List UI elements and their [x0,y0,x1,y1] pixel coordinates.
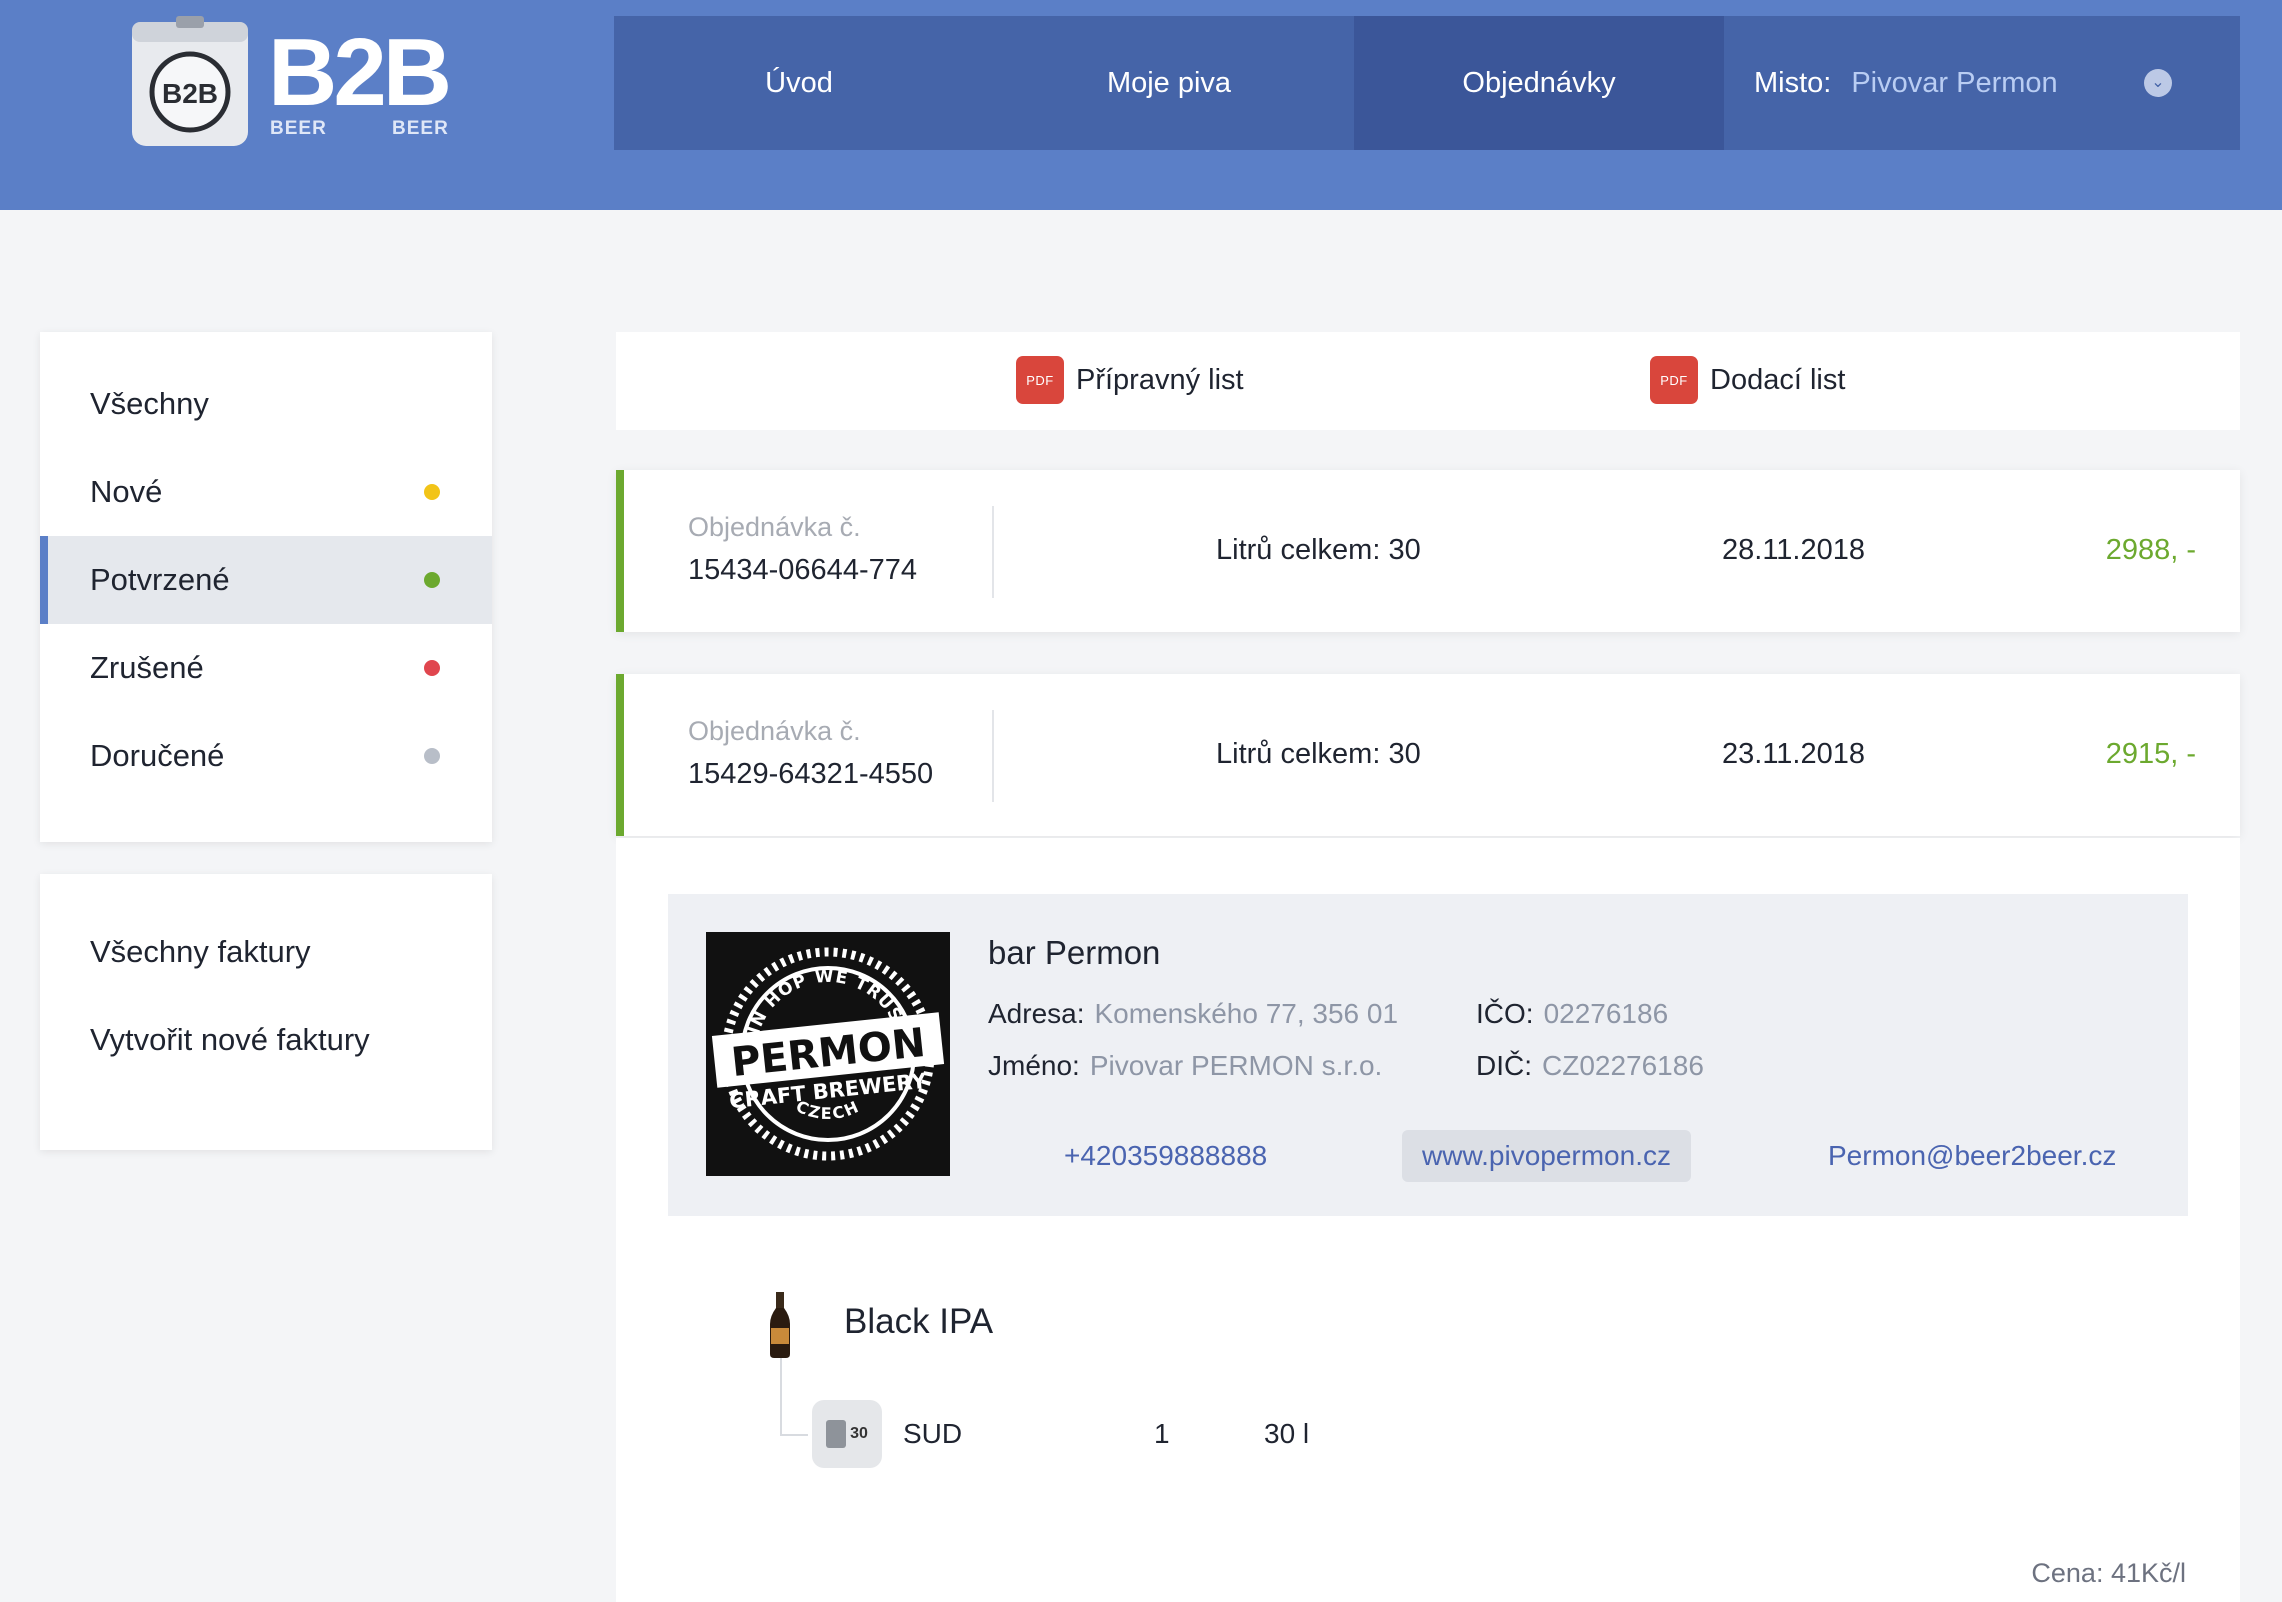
create-invoice-link[interactable]: Vytvořit nové faktury [40,996,492,1084]
chevron-down-icon[interactable]: ⌄ [2144,69,2172,97]
beer-bottle-icon [770,1292,790,1358]
order-label: Objednávka č. [688,512,861,542]
filter-label: Potvrzené [90,562,230,597]
pdf-icon: PDF [1016,356,1064,404]
logo-wordmark: B2B [268,19,452,126]
all-invoices-link[interactable]: Všechny faktury [40,908,492,996]
filter-all[interactable]: Všechny [40,360,492,448]
beer-name: Black IPA [844,1302,994,1341]
order-number: 15429-64321-4550 [688,758,934,790]
dic-label: DIČ: [1476,1050,1532,1081]
status-filter-card: Všechny Nové Potvrzené Zrušené Doručené [40,332,492,842]
brewery-name: bar Permon [988,934,1161,971]
address-field: Adresa: Komenského 77, 356 01 [988,998,1398,1030]
keg-icon: 30 [812,1400,882,1468]
prep-list-link[interactable]: PDF Přípravný list [1016,356,1244,404]
b2b-logo[interactable]: B2B B2B BEER BEER [128,14,458,150]
divider [992,710,994,802]
prep-list-label: Přípravný list [1076,363,1244,396]
nav-uvod[interactable]: Úvod [614,16,984,150]
order-number: 15434-06644-774 [688,554,917,586]
filter-new[interactable]: Nové [40,448,492,536]
status-dot-cancelled [424,660,440,676]
top-bar: B2B B2B BEER BEER Úvod Moje piva Objedná… [0,0,2282,210]
documents-bar: PDF Přípravný list PDF Dodací list [616,332,2240,430]
address-label: Adresa: [988,998,1085,1029]
filter-label: Nové [90,474,163,509]
delivery-list-label: Dodací list [1710,363,1846,396]
ico-value: 02276186 [1543,998,1669,1029]
invoices-card: Všechny faktury Vytvořit nové faktury [40,874,492,1150]
divider [992,506,994,598]
brewery-info-box: IN HOP WE TRUST PERMON CRAFT BREWERY CZE… [668,894,2188,1216]
ico-label: IČO: [1476,998,1534,1029]
logo-sub-right: BEER [392,118,449,139]
order-label: Objednávka č. [688,716,861,746]
main-nav: Úvod Moje piva Objednávky Misto: Pivovar… [614,16,2240,150]
place-value: Pivovar Permon [1851,66,2058,99]
order-row[interactable]: Objednávka č. 15434-06644-774 Litrů celk… [616,470,2240,632]
order-date: 23.11.2018 [1722,738,1865,770]
nav-objednavky[interactable]: Objednávky [1354,16,1724,150]
container-type: SUD [903,1418,963,1449]
filter-label: Všechny [90,386,209,421]
phone-link[interactable]: +420359888888 [1064,1140,1267,1172]
company-name-field: Jméno: Pivovar PERMON s.r.o. [988,1050,1382,1082]
order-price: 2915, - [2105,738,2196,770]
pdf-icon: PDF [1650,356,1698,404]
price-per-liter: Cena: 41Kč/l [2031,1558,2186,1588]
filter-delivered[interactable]: Doručené [40,712,492,800]
ico-field: IČO: 02276186 [1476,998,1668,1030]
place-selector[interactable]: Misto: Pivovar Permon ⌄ [1724,16,2240,150]
address-value: Komenského 77, 356 01 [1094,998,1399,1029]
dic-field: DIČ: CZ02276186 [1476,1050,1704,1082]
tree-connector [780,1358,782,1436]
status-dot-new [424,484,440,500]
company-name-label: Jméno: [988,1050,1080,1081]
order-liters: Litrů celkem: 30 [1216,738,1421,770]
order-detail: IN HOP WE TRUST PERMON CRAFT BREWERY CZE… [616,838,2240,1602]
company-name-value: Pivovar PERMON s.r.o. [1089,1050,1383,1081]
place-label: Misto: [1754,66,1832,99]
container-quantity: 1 [1154,1418,1170,1449]
dic-value: CZ02276186 [1542,1050,1704,1081]
website-link[interactable]: www.pivopermon.cz [1402,1130,1691,1182]
filter-confirmed[interactable]: Potvrzené [40,536,492,624]
order-row-expanded[interactable]: Objednávka č. 15429-64321-4550 Litrů cel… [616,674,2240,836]
container-volume: 30 l [1264,1418,1310,1449]
tree-connector [780,1434,808,1436]
order-liters: Litrů celkem: 30 [1216,534,1421,566]
status-dot-delivered [424,748,440,764]
keg-logo-icon: B2B [132,16,248,146]
filter-label: Zrušené [90,650,204,685]
keg-logo-text: B2B [162,78,218,109]
logo-sub-left: BEER [270,118,327,139]
email-link[interactable]: Permon@beer2beer.cz [1828,1140,2116,1172]
brewery-logo: IN HOP WE TRUST PERMON CRAFT BREWERY CZE… [706,932,950,1176]
filter-label: Doručené [90,738,225,773]
nav-moje-piva[interactable]: Moje piva [984,16,1354,150]
order-date: 28.11.2018 [1722,534,1865,566]
status-dot-confirmed [424,572,440,588]
filter-cancelled[interactable]: Zrušené [40,624,492,712]
order-price: 2988, - [2105,534,2196,566]
delivery-list-link[interactable]: PDF Dodací list [1650,356,1845,404]
keg-size: 30 [850,1425,868,1442]
